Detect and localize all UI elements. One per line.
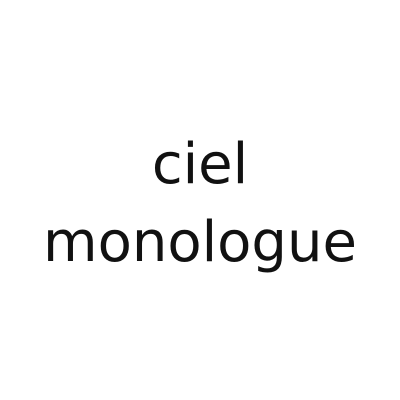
centered-text: ciel monologue	[0, 126, 400, 282]
text-line-1: ciel	[151, 132, 249, 197]
text-line-2: monologue	[43, 210, 357, 275]
